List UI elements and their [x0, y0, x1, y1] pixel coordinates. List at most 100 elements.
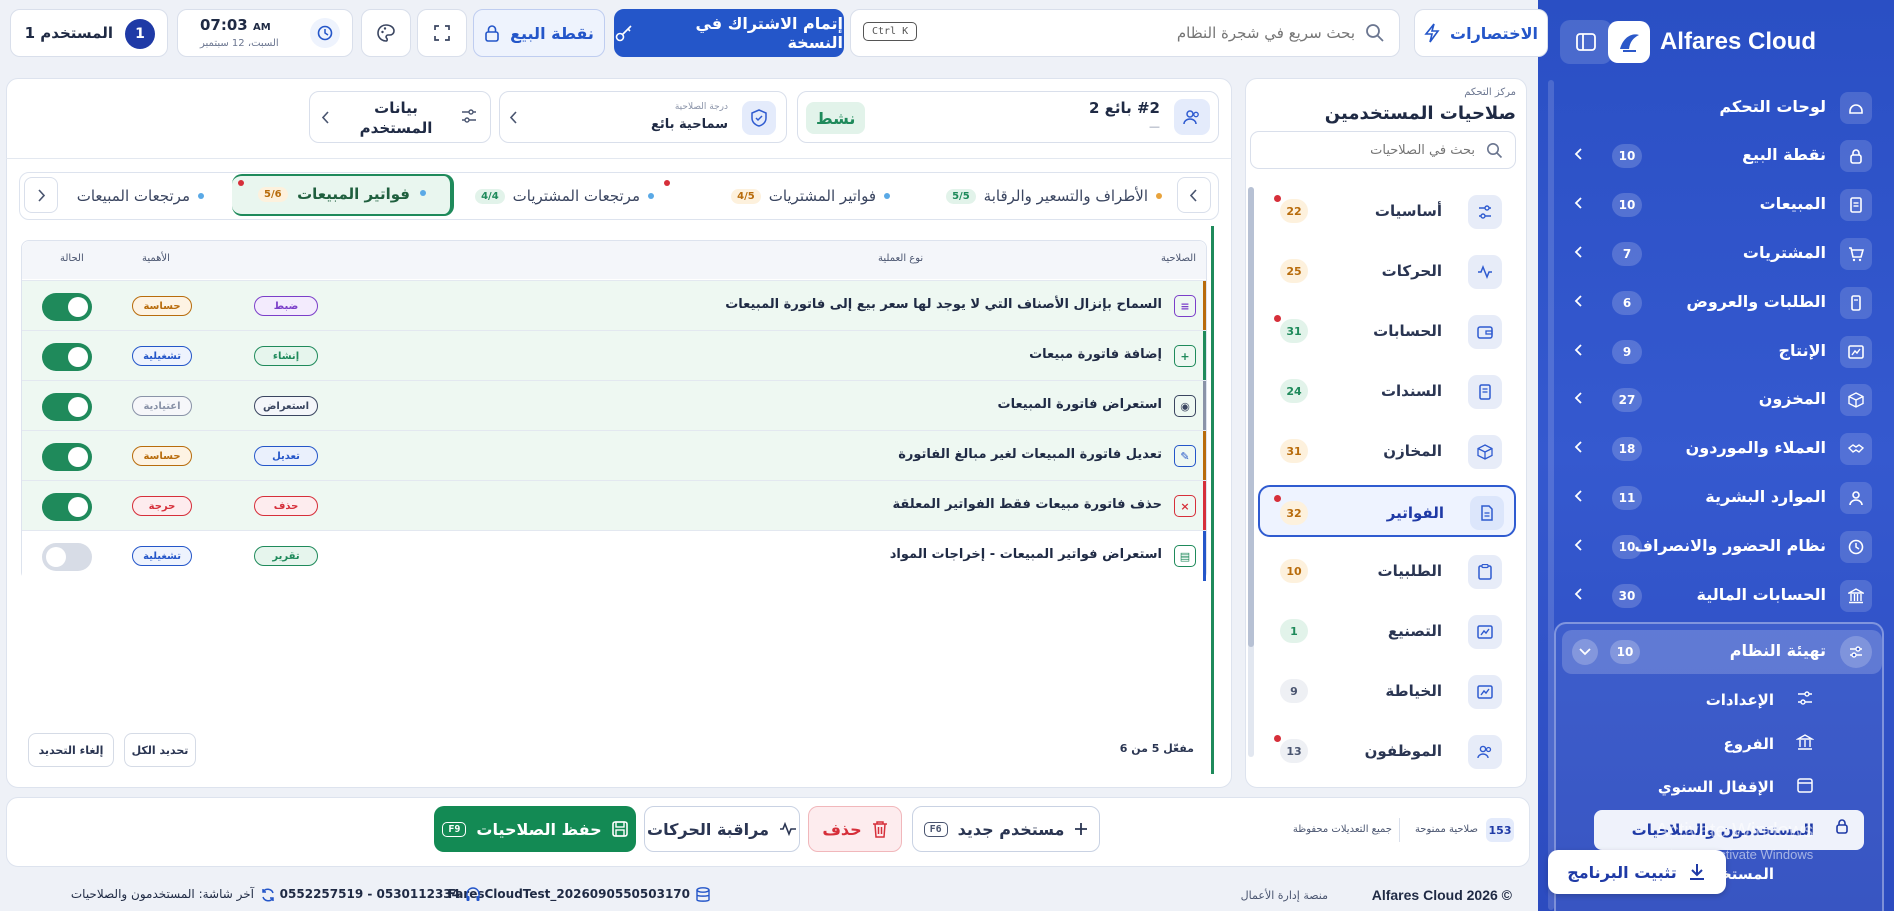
tab-sales-invoices[interactable]: فواتير المبيعات 5/6 — [232, 174, 454, 216]
importance-pill: حساسة — [132, 296, 192, 316]
user-data-button[interactable]: بيانات المستخدم — [309, 91, 491, 143]
permission-icon: + — [1174, 345, 1196, 367]
category-employees[interactable]: الموظفون 13 — [1260, 727, 1512, 775]
quick-search-input[interactable] — [975, 19, 1355, 47]
sidebar-item-sales[interactable]: المبيعات 10 — [1564, 183, 1872, 227]
sidebar-subitem-settings[interactable]: الإعدادات — [1574, 682, 1814, 718]
granted-caption: صلاحية ممنوحة — [1414, 824, 1478, 835]
tab-purchase-invoices[interactable]: فواتير المشتريات 4/5 — [664, 176, 890, 216]
category-basics[interactable]: أساسيات 22 — [1260, 187, 1512, 235]
search-icon — [1486, 142, 1503, 159]
category-movements[interactable]: الحركات 25 — [1260, 247, 1512, 295]
permission-toggle[interactable] — [42, 493, 92, 521]
sidebar-toggle-button[interactable] — [1560, 20, 1612, 64]
select-all-button[interactable]: تحديد الكل — [124, 733, 196, 767]
tab-parties-pricing[interactable]: الأطراف والتسعير والرقابة 5/5 — [946, 176, 1162, 216]
sidebar-item-dashboards[interactable]: لوحات التحكم — [1564, 86, 1872, 130]
permission-degree-select[interactable]: درجة الصلاحية سماحية بائع — [499, 91, 787, 143]
sidebar-item-orders[interactable]: الطلبات والعروض 6 — [1564, 281, 1872, 325]
clear-selection-button[interactable]: إلغاء التحديد — [28, 733, 114, 767]
sidebar-subitem-branches[interactable]: الفروع — [1574, 726, 1814, 762]
permission-toggle[interactable] — [42, 293, 92, 321]
divider — [1399, 818, 1400, 842]
permission-icon: ▤ — [1174, 545, 1196, 567]
sidebar-subitem-annual-closing[interactable]: الإقفال السنوي — [1574, 769, 1814, 805]
user-icon — [1840, 482, 1872, 514]
sidebar-item-production[interactable]: الإنتاج 9 — [1564, 330, 1872, 374]
importance-bar — [1203, 331, 1206, 381]
sidebar-item-inventory[interactable]: المخزون 27 — [1564, 378, 1872, 422]
sidebar-item-customers[interactable]: العملاء والموردون 18 — [1564, 427, 1872, 471]
sidebar-item-label: الطلبات والعروض — [1686, 292, 1826, 311]
header-op-type: نوع العملية — [878, 253, 924, 264]
sidebar-item-finance[interactable]: الحسابات المالية 30 — [1564, 574, 1872, 618]
sidebar-item-attendance[interactable]: نظام الحضور والانصراف 10 — [1564, 525, 1872, 569]
permission-toggle[interactable] — [42, 443, 92, 471]
invoice-icon — [1470, 496, 1504, 530]
changed-dot — [238, 180, 244, 186]
panel-scrollbar[interactable] — [1248, 187, 1254, 757]
fullscreen-button[interactable] — [417, 9, 467, 57]
pos-button[interactable]: نقطة البيع — [473, 9, 605, 57]
chevron-right-icon — [38, 188, 45, 202]
permission-toggle[interactable] — [42, 543, 92, 571]
category-tailoring[interactable]: الخياطة 9 — [1260, 667, 1512, 715]
quick-search[interactable]: Ctrl K — [850, 9, 1400, 57]
save-icon — [611, 821, 628, 837]
permission-toggle[interactable] — [42, 343, 92, 371]
category-manufacturing[interactable]: التصنيع 1 — [1260, 607, 1512, 655]
permissions-search-input[interactable] — [1275, 140, 1475, 160]
sidebar: Alfares Cloud لوحات التحكم نقطة البيع 10… — [1538, 0, 1894, 911]
tab-label: فواتير المبيعات — [297, 185, 410, 203]
tab-badge: 5/6 — [258, 187, 288, 202]
sidebar-item-label: المبيعات — [1759, 194, 1826, 213]
category-accounts[interactable]: الحسابات 31 — [1260, 307, 1512, 355]
importance-bar — [1203, 381, 1206, 431]
install-app-button[interactable]: تثبيت البرنامج — [1548, 850, 1726, 894]
table-row[interactable]: ◉ استعراض فاتورة المبيعات استعراض اعتيادية — [22, 380, 1206, 431]
table-row[interactable]: ▤ استعراض فواتير المبيعات - إخراجات الموا… — [22, 530, 1206, 581]
table-row[interactable]: ✎ تعديل فاتورة المبيعات لغير مبالغ الفاتو… — [22, 430, 1206, 481]
sidebar-item-label: لوحات التحكم — [1719, 97, 1826, 116]
permission-toggle[interactable] — [42, 393, 92, 421]
sidebar-item-purchases[interactable]: المشتريات 7 — [1564, 232, 1872, 276]
tabs-scroll-right-button[interactable] — [1177, 177, 1211, 213]
new-user-button[interactable]: مستخدم جديد F6 — [912, 806, 1100, 852]
category-orders[interactable]: الطلبيات 10 — [1260, 547, 1512, 595]
time-value: 07:03 — [200, 16, 248, 34]
table-row[interactable]: ≡ السماح بإنزال الأصناف التي لا يوجد لها … — [22, 280, 1206, 331]
tab-badge: 5/5 — [946, 188, 976, 204]
permissions-search[interactable] — [1250, 131, 1516, 169]
theme-button[interactable] — [361, 9, 411, 57]
category-warehouses[interactable]: المخازن 31 — [1260, 427, 1512, 475]
user-menu[interactable]: 1 المستخدم 1 — [10, 9, 168, 57]
selected-user-card[interactable]: #2 بائع 2 — نشط — [797, 91, 1219, 143]
document-icon — [1468, 375, 1502, 409]
wallet-icon — [1468, 315, 1502, 349]
tab-sales-returns[interactable]: مرتجعات المبيعات — [77, 176, 204, 216]
table-row[interactable]: + إضافة فاتورة مبيعات إنشاء تشغيلية — [22, 330, 1206, 381]
table-row[interactable]: × حذف فاتورة مبيعات فقط الفواتير المعلقة ح… — [22, 480, 1206, 531]
sidebar-item-pos[interactable]: نقطة البيع 10 — [1564, 134, 1872, 178]
tabs-scroll-left-button[interactable] — [24, 177, 58, 213]
divider — [6, 158, 1232, 159]
tab-purchase-returns[interactable]: مرتجعات المشتريات 4/4 — [430, 176, 654, 216]
monitor-movements-button[interactable]: مراقبة الحركات — [644, 806, 800, 852]
save-permissions-button[interactable]: حفظ الصلاحيات F9 — [434, 806, 636, 852]
tab-label: مرتجعات المشتريات — [512, 187, 640, 205]
chevron-down-icon[interactable] — [1572, 639, 1598, 665]
complete-subscription-button[interactable]: إتمام الاشتراك في النسخة — [614, 9, 844, 57]
platform-name: منصة إدارة الأعمال — [1240, 889, 1328, 902]
headset-icon — [466, 887, 480, 903]
chevron-left-icon — [1574, 245, 1584, 259]
handshake-icon — [1840, 433, 1872, 465]
category-vouchers[interactable]: السندات 24 — [1260, 367, 1512, 415]
sidebar-group-header[interactable]: تهيئة النظام 10 — [1562, 630, 1882, 674]
shortcuts-button[interactable]: الاختصارات — [1414, 9, 1548, 57]
importance-bar — [1203, 481, 1206, 531]
sidebar-item-hr[interactable]: الموارد البشرية 11 — [1564, 476, 1872, 520]
calendar-icon — [1796, 777, 1814, 793]
category-invoices[interactable]: الفواتير 32 — [1258, 485, 1516, 537]
chevron-left-icon — [1574, 587, 1584, 601]
delete-button[interactable]: حذف — [808, 806, 902, 852]
